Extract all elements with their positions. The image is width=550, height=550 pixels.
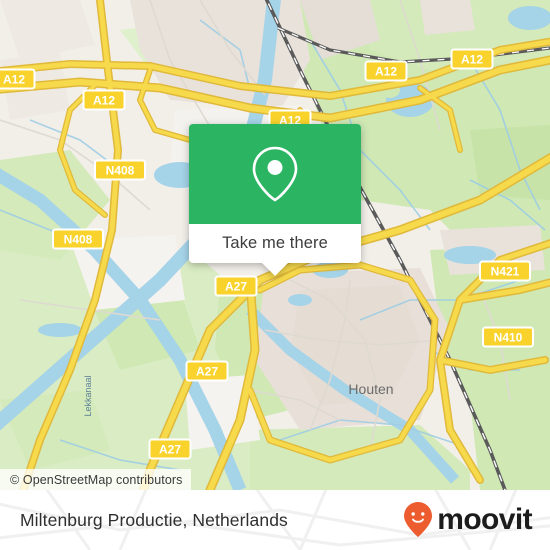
callout-tail — [262, 263, 288, 276]
location-pin-icon — [252, 146, 298, 202]
road-shield-label: A12 — [461, 52, 483, 66]
station-callout-card[interactable]: Take me there — [189, 124, 361, 276]
road-shield-label: N408 — [106, 163, 135, 177]
road-shield-a12-4: A12 — [450, 48, 494, 70]
callout-icon-area — [189, 124, 361, 224]
map-place-labels: Houten — [348, 381, 393, 397]
road-shield-label: N408 — [64, 232, 93, 246]
page-title: Miltenburg Productie, Netherlands — [20, 509, 288, 530]
road-shield-label: A12 — [375, 64, 397, 78]
moovit-station-page: Lekkanaal Houten A12 A12 A12 A12 A12 N408 N408… — [0, 0, 550, 550]
road-shield-label: N421 — [491, 264, 520, 278]
road-shield-label: A27 — [225, 279, 247, 293]
road-shield-label: A27 — [159, 442, 181, 456]
moovit-logo[interactable]: moovit — [403, 501, 533, 539]
callout-action-area[interactable]: Take me there — [189, 224, 361, 276]
road-shield-label: N410 — [494, 330, 523, 344]
road-shield-n408-5: N408 — [94, 159, 146, 181]
road-shield-n408-6: N408 — [52, 228, 104, 250]
road-shield-a12-0: A12 — [0, 68, 36, 90]
road-shield-label: A12 — [93, 93, 115, 107]
waterway-label-lekkanaal: Lekkanaal — [83, 375, 93, 416]
take-me-there-label: Take me there — [222, 234, 328, 252]
moovit-pin-smiley-icon — [404, 502, 433, 537]
road-shield-a27-8: A27 — [185, 360, 229, 382]
osm-attribution[interactable]: © OpenStreetMap contributors — [0, 469, 191, 490]
footer-bar: Miltenburg Productie, Netherlands moovit — [0, 490, 550, 550]
road-shield-a27-9: A27 — [148, 438, 192, 460]
road-shield-label: A27 — [196, 364, 218, 378]
map-waterway-labels: Lekkanaal — [83, 375, 93, 416]
place-label-houten: Houten — [348, 381, 393, 397]
osm-attribution-text: © OpenStreetMap contributors — [10, 472, 183, 487]
road-shield-a12-3: A12 — [364, 60, 408, 82]
moovit-wordmark: moovit — [437, 503, 532, 536]
road-shield-a12-1: A12 — [82, 89, 126, 111]
road-shield-n421-10: N421 — [479, 260, 531, 282]
road-shield-a27-7: A27 — [214, 275, 258, 297]
road-shield-label: A12 — [3, 72, 25, 86]
road-shield-n410-11: N410 — [482, 326, 534, 348]
